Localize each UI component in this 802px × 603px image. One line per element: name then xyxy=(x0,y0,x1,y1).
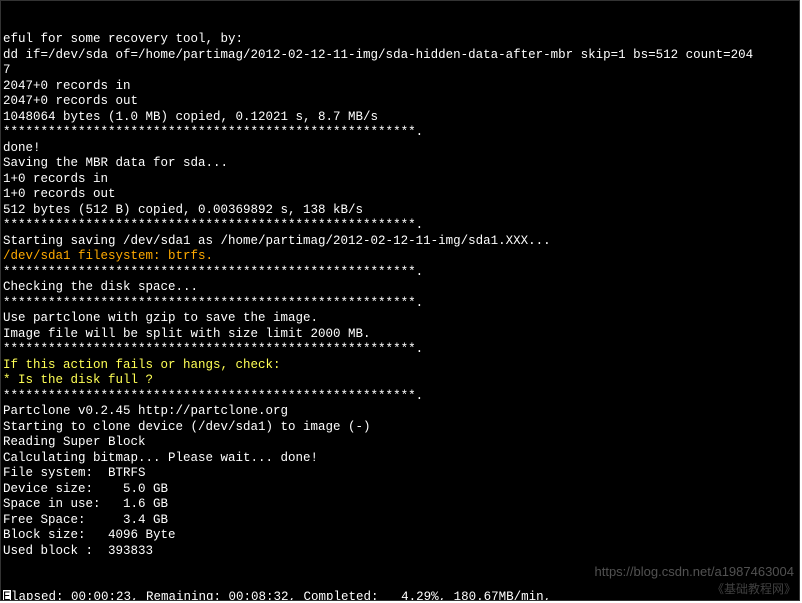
terminal-line-13: Starting saving /dev/sda1 as /home/parti… xyxy=(3,234,797,250)
terminal-line-9: 1+0 records in xyxy=(3,172,797,188)
terminal-line-29: Device size: 5.0 GB xyxy=(3,482,797,498)
terminal-line-30: Space in use: 1.6 GB xyxy=(3,497,797,513)
terminal-line-3: 2047+0 records in xyxy=(3,79,797,95)
terminal-line-24: Partclone v0.2.45 http://partclone.org xyxy=(3,404,797,420)
terminal-output: eful for some recovery tool, by:dd if=/d… xyxy=(0,0,800,601)
terminal-line-5: 1048064 bytes (1.0 MB) copied, 0.12021 s… xyxy=(3,110,797,126)
terminal-line-17: ****************************************… xyxy=(3,296,797,312)
terminal-line-28: File system: BTRFS xyxy=(3,466,797,482)
terminal-lines: eful for some recovery tool, by:dd if=/d… xyxy=(3,32,797,559)
terminal-line-21: If this action fails or hangs, check: xyxy=(3,358,797,374)
progress-line-elapsed: Elapsed: 00:00:23, Remaining: 00:08:32, … xyxy=(3,590,797,601)
terminal-line-2: 7 xyxy=(3,63,797,79)
terminal-line-11: 512 bytes (512 B) copied, 0.00369892 s, … xyxy=(3,203,797,219)
terminal-line-8: Saving the MBR data for sda... xyxy=(3,156,797,172)
terminal-line-33: Used block : 393833 xyxy=(3,544,797,560)
terminal-line-16: Checking the disk space... xyxy=(3,280,797,296)
terminal-line-10: 1+0 records out xyxy=(3,187,797,203)
terminal-line-6: ****************************************… xyxy=(3,125,797,141)
terminal-line-12: ****************************************… xyxy=(3,218,797,234)
terminal-line-14: /dev/sda1 filesystem: btrfs. xyxy=(3,249,797,265)
progress-elapsed-text: lapsed: 00:00:23, Remaining: 00:08:32, C… xyxy=(11,590,551,601)
terminal-line-20: ****************************************… xyxy=(3,342,797,358)
terminal-line-31: Free Space: 3.4 GB xyxy=(3,513,797,529)
terminal-cursor: E xyxy=(3,590,11,601)
terminal-line-18: Use partclone with gzip to save the imag… xyxy=(3,311,797,327)
terminal-line-4: 2047+0 records out xyxy=(3,94,797,110)
terminal-line-25: Starting to clone device (/dev/sda1) to … xyxy=(3,420,797,436)
terminal-line-19: Image file will be split with size limit… xyxy=(3,327,797,343)
terminal-line-0: eful for some recovery tool, by: xyxy=(3,32,797,48)
terminal-line-26: Reading Super Block xyxy=(3,435,797,451)
terminal-line-27: Calculating bitmap... Please wait... don… xyxy=(3,451,797,467)
terminal-line-1: dd if=/dev/sda of=/home/partimag/2012-02… xyxy=(3,48,797,64)
terminal-line-7: done! xyxy=(3,141,797,157)
terminal-line-32: Block size: 4096 Byte xyxy=(3,528,797,544)
terminal-line-22: * Is the disk full ? xyxy=(3,373,797,389)
terminal-line-23: ****************************************… xyxy=(3,389,797,405)
terminal-line-15: ****************************************… xyxy=(3,265,797,281)
